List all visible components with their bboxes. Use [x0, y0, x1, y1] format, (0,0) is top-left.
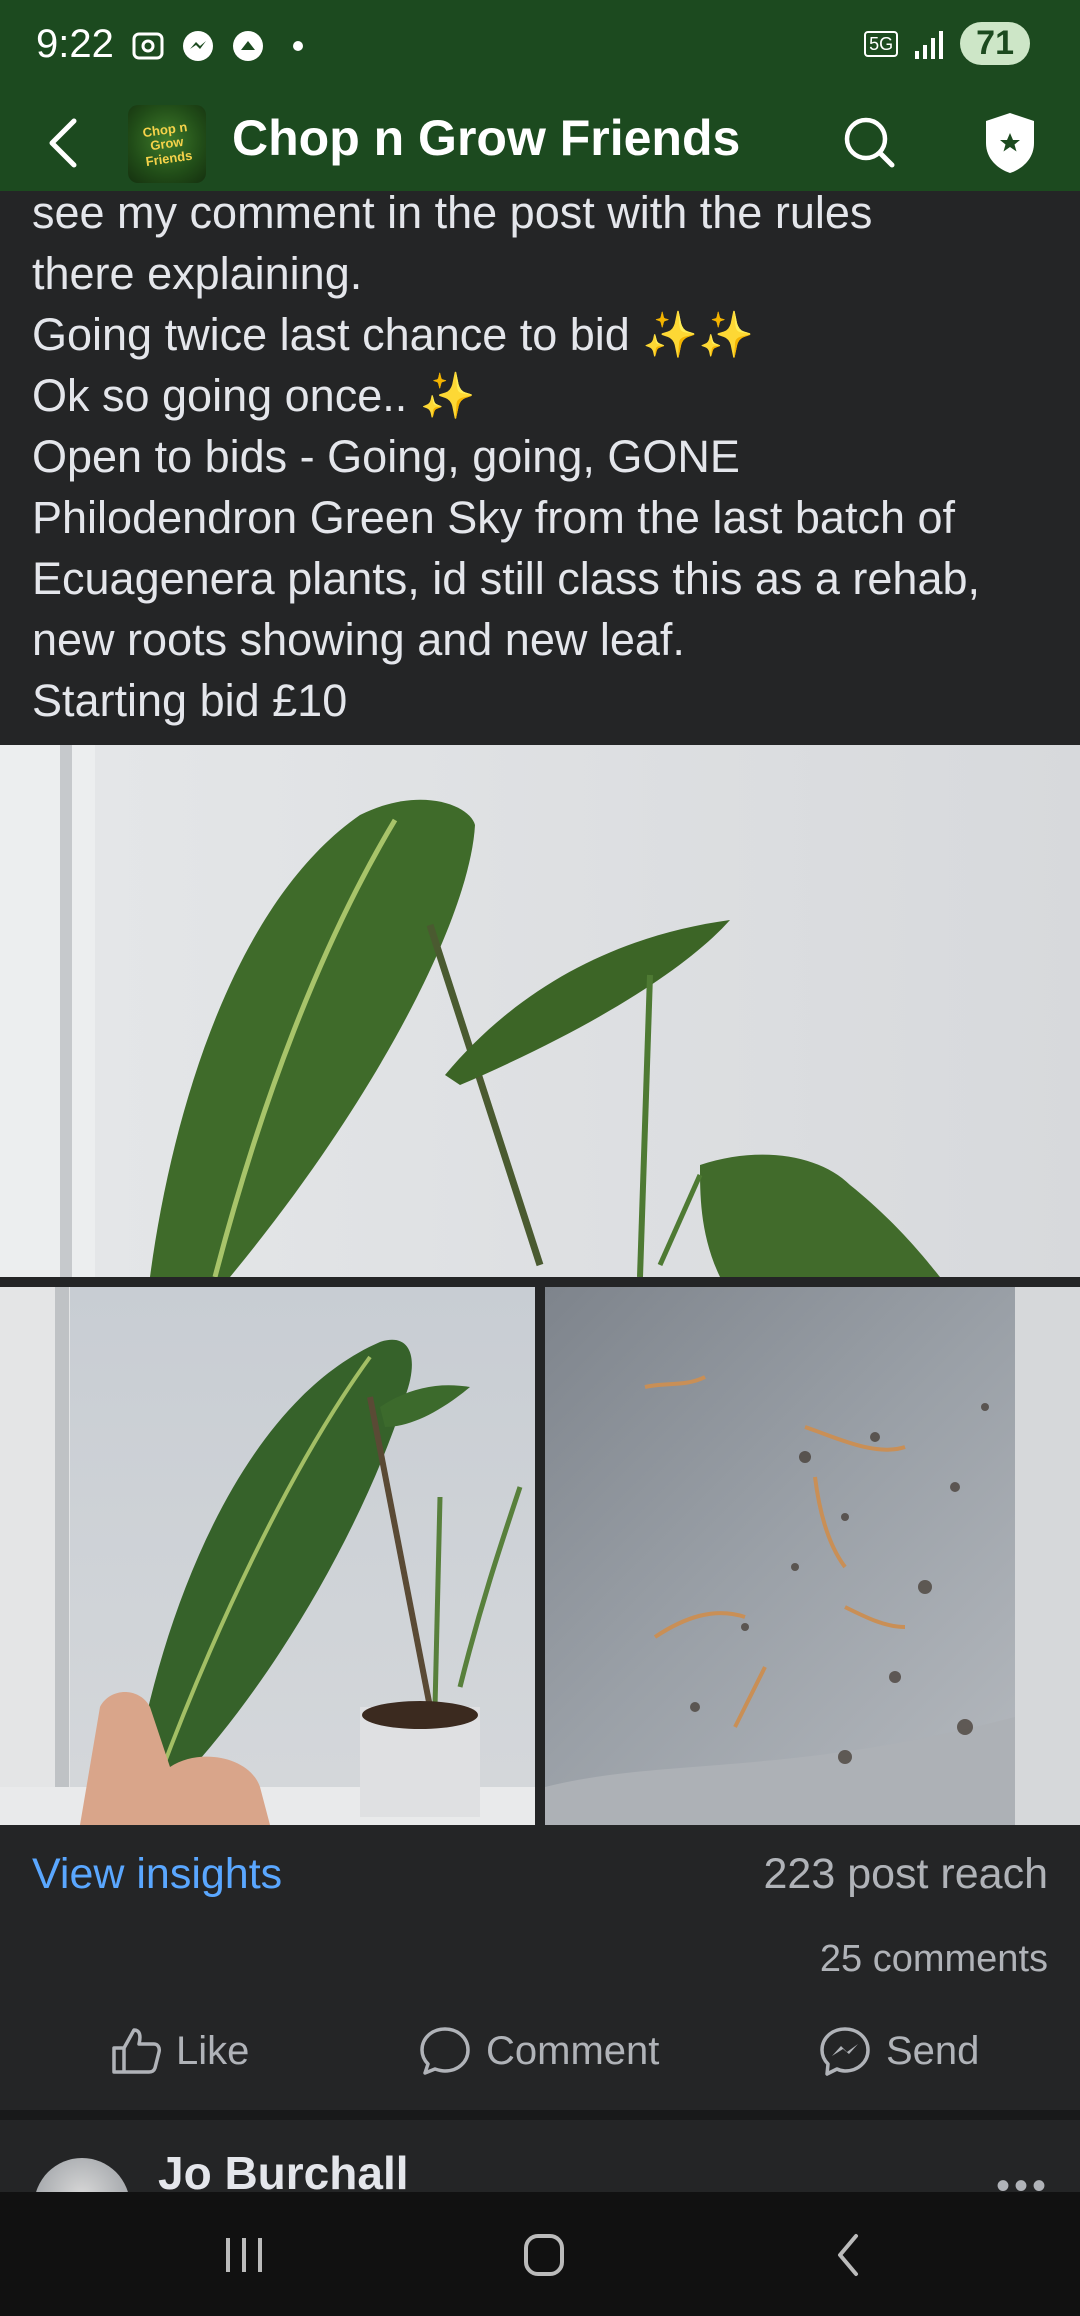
post-line: Ecuagenera plants, id still class this a… [32, 553, 981, 604]
group-header: Chop n Grow Friends Chop n Grow Friends [0, 95, 1080, 191]
comment-bubble-icon [420, 2027, 470, 2075]
like-label: Like [176, 2028, 250, 2073]
post-reach: 223 post reach [763, 1850, 1048, 1898]
post-line: Going twice last chance to bid ✨✨ [32, 309, 755, 360]
system-nav-bar [0, 2192, 1080, 2316]
thumbs-up-icon [112, 2028, 161, 2074]
system-indicators: 5G 71 [864, 22, 1030, 65]
back-button[interactable] [40, 113, 88, 173]
signal-icon [915, 30, 944, 59]
messenger-notification-icon [180, 28, 216, 64]
status-bar: 9:22 5G 71 [0, 0, 1080, 95]
dot-icon [280, 28, 316, 64]
back-arrow-icon [49, 118, 77, 168]
post-line: new roots showing and new leaf. [32, 614, 685, 665]
recent-apps-button[interactable] [214, 2230, 274, 2280]
group-logo[interactable]: Chop n Grow Friends [128, 105, 206, 183]
post-line: Open to bids - Going, going, GONE [32, 431, 740, 482]
status-time: 9:22 [36, 22, 114, 66]
upload-notification-icon [230, 28, 266, 64]
like-button[interactable]: Like [108, 2024, 249, 2078]
search-icon [844, 117, 895, 168]
send-label: Send [886, 2028, 980, 2073]
home-button[interactable] [514, 2230, 574, 2280]
post-photo-main[interactable] [0, 745, 1080, 1277]
comment-label: Comment [486, 2028, 660, 2073]
send-button[interactable]: Send [818, 2024, 979, 2078]
home-icon [524, 2234, 564, 2276]
avatar[interactable] [34, 2158, 130, 2192]
more-dots-icon[interactable]: ••• [996, 2164, 1050, 2192]
network-5g-icon: 5G [864, 30, 899, 57]
post-divider [0, 2110, 1080, 2120]
post-body: see my comment in the post with the rule… [32, 182, 1062, 731]
search-button[interactable] [840, 113, 900, 173]
battery-indicator: 71 [960, 22, 1030, 65]
post-line: see my comment in the post with the rule… [32, 187, 873, 238]
post-photo-roots[interactable] [545, 1287, 1080, 1825]
notification-icons [130, 28, 316, 64]
post-photo-secondary[interactable] [0, 1287, 535, 1825]
admin-shield-icon [986, 113, 1034, 173]
back-nav-icon [838, 2234, 858, 2276]
back-nav-button[interactable] [820, 2230, 880, 2280]
post-actions: Like Comment Send [0, 2010, 1080, 2102]
post-line: Ok so going once.. ✨ [32, 370, 476, 421]
screenshot-icon [130, 28, 166, 64]
comment-button[interactable]: Comment [418, 2024, 659, 2078]
recent-apps-icon [226, 2238, 262, 2272]
post-line: Philodendron Green Sky from the last bat… [32, 492, 956, 543]
post-line: there explaining. [32, 248, 363, 299]
group-name[interactable]: Chop n Grow Friends [232, 109, 740, 167]
post-line: Starting bid £10 [32, 675, 348, 726]
next-post-author[interactable]: Jo Burchall [158, 2146, 409, 2192]
messenger-icon [820, 2027, 870, 2076]
comments-count[interactable]: 25 comments [820, 1938, 1048, 1981]
next-post-header: Jo Burchall ••• [0, 2120, 1080, 2192]
admin-tools-button[interactable] [980, 109, 1040, 177]
group-logo-text: Chop n Grow Friends [141, 118, 194, 169]
view-insights-link[interactable]: View insights [32, 1850, 282, 1899]
